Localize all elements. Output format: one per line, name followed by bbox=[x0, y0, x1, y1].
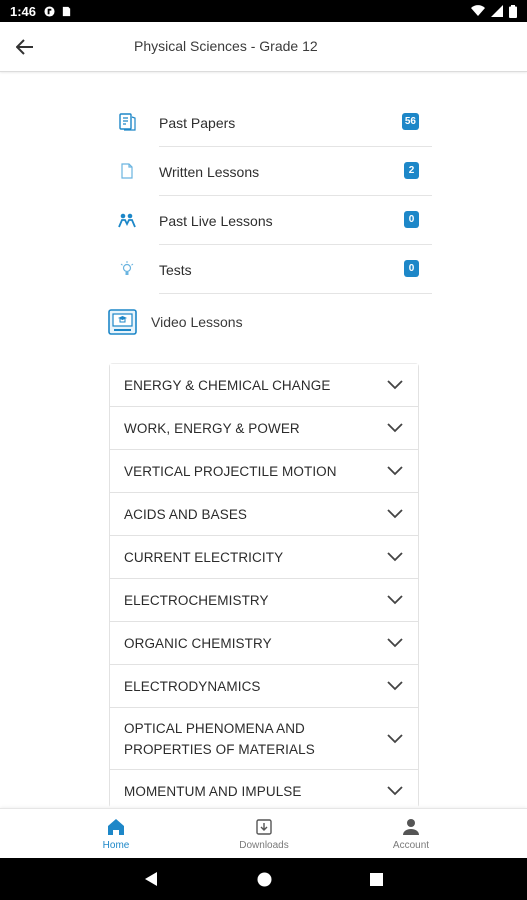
download-icon bbox=[256, 819, 272, 835]
menu-item-label: Written Lessons bbox=[159, 163, 260, 180]
count-badge: 0 bbox=[404, 260, 419, 277]
chevron-down-icon bbox=[387, 638, 403, 648]
system-recents-button[interactable] bbox=[356, 858, 396, 900]
notification-icon bbox=[44, 5, 55, 17]
home-icon bbox=[108, 819, 124, 835]
arrow-left-icon bbox=[16, 38, 33, 55]
topic-label: ORGANIC CHEMISTRY bbox=[124, 635, 272, 651]
system-navigation-bar bbox=[0, 858, 527, 900]
back-button[interactable] bbox=[0, 22, 50, 72]
chevron-down-icon bbox=[387, 552, 403, 562]
bottom-navigation: Home Downloads Account bbox=[0, 808, 527, 858]
document-icon bbox=[121, 163, 133, 179]
topic-row-vertical-projectile-motion[interactable]: VERTICAL PROJECTILE MOTION bbox=[109, 450, 419, 493]
topic-row-current-electricity[interactable]: CURRENT ELECTRICITY bbox=[109, 536, 419, 579]
topic-accordion: ENERGY & CHEMICAL CHANGE WORK, ENERGY & … bbox=[109, 363, 419, 808]
circle-home-icon bbox=[257, 872, 271, 886]
count-badge: 2 bbox=[404, 162, 419, 179]
menu-item-tests[interactable]: Tests 0 bbox=[112, 245, 432, 294]
menu-item-past-live-lessons[interactable]: Past Live Lessons 0 bbox=[112, 196, 432, 245]
lightbulb-icon bbox=[120, 261, 134, 275]
signal-icon bbox=[491, 5, 503, 17]
chevron-down-icon bbox=[387, 509, 403, 519]
page-title: Physical Sciences - Grade 12 bbox=[134, 38, 318, 54]
nav-home[interactable]: Home bbox=[86, 809, 146, 859]
chevron-down-icon bbox=[387, 423, 403, 433]
topic-label: OPTICAL PHENOMENA AND PROPERTIES OF MATE… bbox=[124, 720, 315, 757]
video-lessons-icon bbox=[108, 309, 137, 335]
live-lessons-icon bbox=[118, 213, 136, 228]
status-time: 1:46 bbox=[10, 3, 37, 19]
system-back-button[interactable] bbox=[131, 858, 171, 900]
chevron-down-icon bbox=[387, 380, 403, 390]
sim-card-icon bbox=[62, 6, 71, 16]
wifi-icon bbox=[471, 5, 485, 17]
topic-label: ELECTROCHEMISTRY bbox=[124, 592, 269, 608]
chevron-down-icon bbox=[387, 595, 403, 605]
topic-label: ENERGY & CHEMICAL CHANGE bbox=[124, 377, 331, 393]
topic-row-acids-and-bases[interactable]: ACIDS AND BASES bbox=[109, 493, 419, 536]
menu-item-label: Past Live Lessons bbox=[159, 212, 273, 229]
system-home-button[interactable] bbox=[244, 858, 284, 900]
past-papers-icon bbox=[119, 113, 136, 131]
chevron-down-icon bbox=[387, 786, 403, 796]
menu-item-written-lessons[interactable]: Written Lessons 2 bbox=[112, 147, 432, 196]
topic-label: ELECTRODYNAMICS bbox=[124, 678, 261, 694]
video-lessons-row[interactable]: Video Lessons bbox=[108, 308, 428, 336]
app-bar: Physical Sciences - Grade 12 bbox=[0, 22, 527, 72]
nav-downloads[interactable]: Downloads bbox=[226, 809, 302, 859]
chevron-down-icon bbox=[387, 681, 403, 691]
status-bar: 1:46 bbox=[0, 0, 527, 22]
topic-row-optical-phenomena[interactable]: OPTICAL PHENOMENA AND PROPERTIES OF MATE… bbox=[109, 708, 419, 770]
chevron-down-icon bbox=[387, 733, 403, 743]
triangle-back-icon bbox=[145, 872, 157, 886]
topic-label: CURRENT ELECTRICITY bbox=[124, 549, 284, 565]
nav-label: Account bbox=[392, 840, 430, 851]
nav-label: Home bbox=[102, 840, 130, 851]
divider bbox=[159, 293, 432, 294]
topic-row-electrochemistry[interactable]: ELECTROCHEMISTRY bbox=[109, 579, 419, 622]
screen: 1:46 Physical Sciences - Grade 12 Past P… bbox=[0, 0, 527, 900]
topic-row-momentum-and-impulse[interactable]: MOMENTUM AND IMPULSE bbox=[109, 770, 419, 808]
topic-row-electrodynamics[interactable]: ELECTRODYNAMICS bbox=[109, 665, 419, 708]
video-lessons-label: Video Lessons bbox=[151, 314, 243, 330]
topic-label: MOMENTUM AND IMPULSE bbox=[124, 783, 302, 799]
battery-icon bbox=[509, 4, 517, 18]
topic-label: ACIDS AND BASES bbox=[124, 506, 248, 522]
topic-row-energy-chemical-change[interactable]: ENERGY & CHEMICAL CHANGE bbox=[109, 363, 419, 407]
count-badge: 0 bbox=[404, 211, 419, 228]
menu-item-label: Past Papers bbox=[159, 114, 236, 131]
account-icon bbox=[403, 819, 419, 835]
nav-account[interactable]: Account bbox=[381, 809, 441, 859]
chevron-down-icon bbox=[387, 466, 403, 476]
count-badge: 56 bbox=[401, 113, 419, 130]
topic-row-work-energy-power[interactable]: WORK, ENERGY & POWER bbox=[109, 407, 419, 450]
topic-label: WORK, ENERGY & POWER bbox=[124, 420, 300, 436]
menu-item-label: Tests bbox=[159, 261, 192, 278]
square-recents-icon bbox=[369, 872, 383, 886]
menu-item-past-papers[interactable]: Past Papers 56 bbox=[112, 98, 432, 147]
nav-label: Downloads bbox=[239, 840, 289, 851]
topic-label: VERTICAL PROJECTILE MOTION bbox=[124, 463, 337, 479]
topic-row-organic-chemistry[interactable]: ORGANIC CHEMISTRY bbox=[109, 622, 419, 665]
resource-menu: Past Papers 56 Written Lessons 2 Past Li… bbox=[112, 98, 432, 294]
